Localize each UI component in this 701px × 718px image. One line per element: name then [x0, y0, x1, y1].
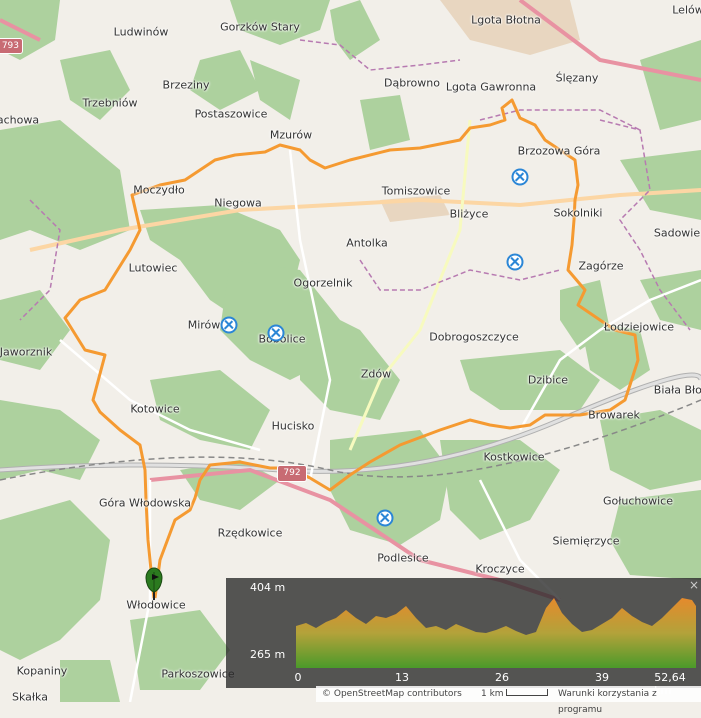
place-label: Mirów — [187, 318, 221, 332]
place-label: Sokolniki — [553, 206, 603, 220]
place-label: Trzebniów — [82, 96, 138, 110]
terms-link[interactable]: Warunki korzystania z programu — [558, 686, 701, 718]
scale-label: 1 km — [481, 689, 504, 699]
place-label: Jaworznik — [0, 345, 53, 359]
place-label: Ślęzany — [555, 71, 599, 85]
place-label: Ludwinów — [113, 25, 169, 39]
place-label: Parkoszowice — [161, 667, 235, 681]
place-label: Kroczyce — [475, 562, 525, 576]
elevation-chart — [296, 598, 696, 668]
place-label: Dobrogoszczyce — [429, 330, 519, 344]
distance-tick: 39 — [595, 671, 609, 684]
place-label: Lgota Gawronna — [445, 80, 537, 94]
place-label: Lgota Błotna — [471, 13, 541, 27]
distance-tick: 0 — [294, 671, 302, 684]
place-label: Ogorzelnik — [293, 276, 353, 290]
place-label: Postaszowice — [194, 107, 268, 121]
place-label: Siemięrzyce — [552, 534, 620, 548]
place-label: Zdów — [360, 367, 392, 381]
place-label: Kotowice — [130, 402, 180, 416]
distance-tick: 26 — [495, 671, 509, 684]
distance-tick: 13 — [395, 671, 409, 684]
viewpoint-icon[interactable] — [506, 253, 524, 271]
place-label: Kostkowice — [483, 450, 545, 464]
viewpoint-icon[interactable] — [511, 168, 529, 186]
place-label: Biała Błot — [653, 383, 701, 397]
place-label: Zagórze — [578, 259, 624, 273]
start-flag-icon[interactable] — [144, 566, 164, 602]
place-label: Lelów — [672, 3, 701, 17]
place-label: Sadowie — [653, 226, 701, 240]
elevation-profile-panel[interactable]: 404 m 265 m × 0 13 26 39 52,64 km — [226, 578, 701, 697]
place-label: Podlesice — [377, 551, 429, 565]
place-label: Łodziejowice — [603, 320, 675, 334]
place-label: Rzędkowice — [217, 526, 283, 540]
place-label: Gorzków Stary — [220, 20, 300, 34]
road-number-badge: 793 — [0, 38, 23, 54]
place-label: Góra Włodowska — [98, 496, 192, 510]
place-label: Hucisko — [271, 419, 315, 433]
place-label: Dzibice — [527, 373, 569, 387]
map-footer: © OpenStreetMap contributors 1 km Warunk… — [316, 686, 701, 715]
place-label: Gołuchowice — [603, 494, 673, 508]
place-label: achowa — [0, 113, 40, 127]
elevation-min-label: 265 m — [250, 648, 286, 661]
place-label: Antolka — [346, 236, 388, 250]
scale-bar — [506, 689, 548, 696]
place-label: Lutowiec — [128, 261, 178, 275]
place-label: Bliżyce — [449, 207, 489, 221]
place-label: Brzeziny — [162, 78, 210, 92]
place-label: Niegowa — [214, 196, 262, 210]
viewpoint-icon[interactable] — [376, 509, 394, 527]
place-label: Brzozowa Góra — [517, 144, 601, 158]
place-label: Mzurów — [269, 128, 313, 142]
road-number-badge: 792 — [277, 465, 307, 482]
place-label: Moczydło — [133, 183, 185, 197]
attribution-link[interactable]: © OpenStreetMap contributors — [322, 686, 462, 702]
place-label: Browarek — [588, 408, 640, 422]
viewpoint-icon[interactable] — [220, 316, 238, 334]
place-label: Dąbrowno — [384, 76, 440, 90]
viewpoint-icon[interactable] — [267, 324, 285, 342]
elevation-max-label: 404 m — [250, 581, 286, 594]
place-label: Kopaniny — [16, 664, 68, 678]
place-label: Tomiszowice — [381, 184, 451, 198]
